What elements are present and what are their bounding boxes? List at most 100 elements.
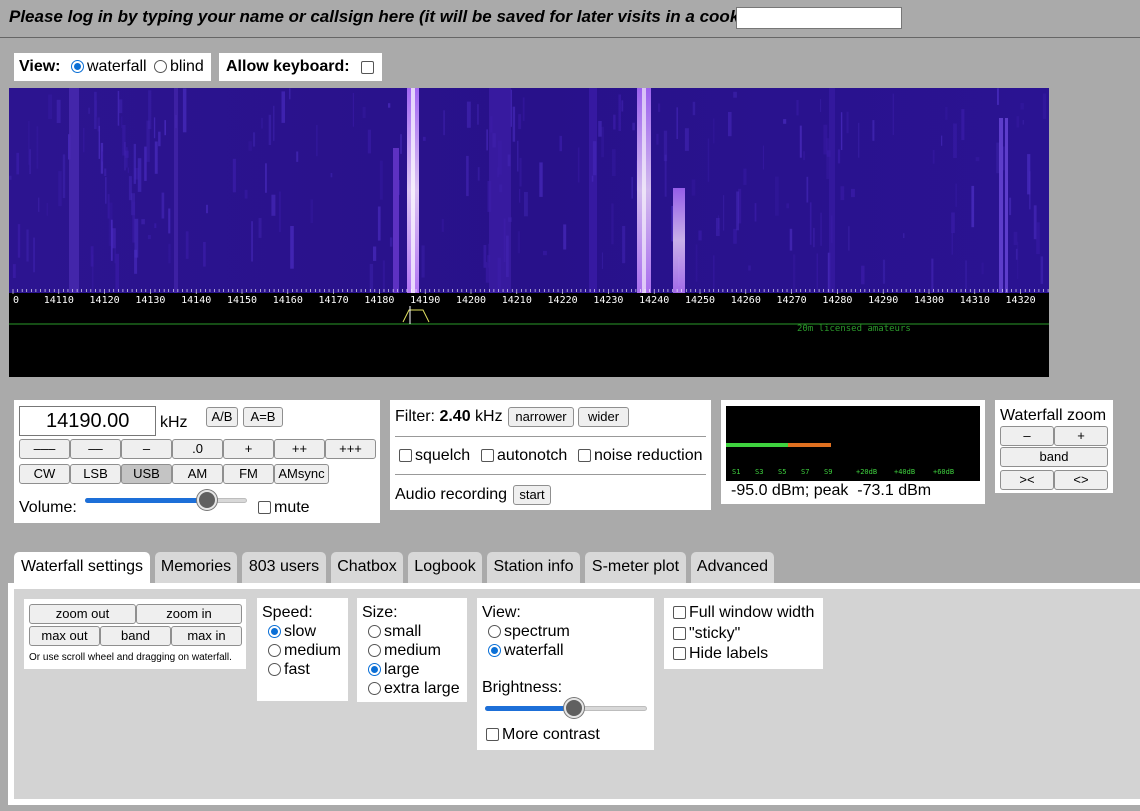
- tab-station-info[interactable]: Station info: [487, 552, 580, 583]
- waterfall-display[interactable]: 0 14110 14120 14130 14140 14150 14160 14170 1418…: [9, 88, 1072, 377]
- size-large-radio[interactable]: large: [368, 661, 420, 679]
- waterfall-noise-streak: [613, 114, 616, 130]
- mode-fm-button[interactable]: FM: [223, 464, 274, 484]
- autonotch-check-icon: [481, 449, 494, 462]
- mode-lsb-button[interactable]: LSB: [70, 464, 121, 484]
- step-up-2-button[interactable]: ++: [274, 439, 325, 459]
- view-waterfall-radio[interactable]: waterfall: [71, 58, 147, 76]
- waterfall-noise-streak: [762, 145, 764, 170]
- waterfall-noise-streak: [98, 125, 100, 159]
- view-spectrum-label: spectrum: [504, 623, 570, 640]
- size-extra-large-radio[interactable]: extra large: [368, 680, 460, 698]
- settings-max-in-button[interactable]: max in: [171, 626, 242, 646]
- waterfall-noise-streak: [823, 124, 828, 155]
- waterfall-noise-streak: [115, 253, 119, 291]
- settings-zoom-in-button[interactable]: zoom in: [136, 604, 242, 624]
- waterfall-noise-streak: [1017, 241, 1019, 280]
- tab-waterfall-settings[interactable]: Waterfall settings: [14, 552, 150, 584]
- zoom-plus-button[interactable]: +: [1054, 426, 1108, 446]
- waterfall-noise-streak: [953, 123, 957, 158]
- waterfall-noise-streak: [517, 140, 519, 172]
- waterfall-noise-streak: [676, 107, 678, 139]
- waterfall-noise-streak: [261, 117, 263, 129]
- recording-start-button[interactable]: start: [513, 485, 551, 505]
- zoom-band-button[interactable]: band: [1000, 447, 1108, 467]
- squelch-checkbox[interactable]: squelch: [399, 447, 470, 465]
- frequency-tick-label: 14130: [135, 295, 165, 306]
- more-contrast-checkbox[interactable]: More contrast: [486, 726, 600, 744]
- speed-medium-radio[interactable]: medium: [268, 642, 341, 660]
- callsign-input[interactable]: [736, 7, 902, 29]
- waterfall-noise-streak: [519, 157, 522, 187]
- size-small-radio[interactable]: small: [368, 623, 421, 641]
- step-down-1-button[interactable]: –: [121, 439, 172, 459]
- zoom-minus-button[interactable]: –: [1000, 426, 1054, 446]
- frequency-tick-label: 14310: [960, 295, 990, 306]
- volume-slider-thumb[interactable]: [196, 490, 217, 510]
- waterfall-noise-streak: [203, 242, 206, 267]
- ab-button[interactable]: A/B: [206, 407, 238, 427]
- mode-amsync-button[interactable]: AMsync: [274, 464, 329, 484]
- noise-reduction-checkbox[interactable]: noise reduction: [578, 447, 703, 465]
- radio-checked-icon: [368, 663, 381, 676]
- waterfall-noise-streak: [524, 192, 528, 217]
- narrower-button[interactable]: narrower: [508, 407, 574, 427]
- hide-labels-checkbox[interactable]: Hide labels: [673, 645, 768, 663]
- settings-zoom-out-button[interactable]: zoom out: [29, 604, 136, 624]
- step-down-3-button[interactable]: –––: [19, 439, 70, 459]
- mute-checkbox[interactable]: mute: [258, 499, 310, 517]
- settings-max-out-button[interactable]: max out: [29, 626, 100, 646]
- waterfall-noise-streak: [373, 246, 377, 261]
- waterfall-noise-streak: [379, 160, 383, 200]
- smeter-tick: S9: [824, 468, 833, 476]
- mode-am-button[interactable]: AM: [172, 464, 223, 484]
- tab-memories[interactable]: Memories: [155, 552, 237, 583]
- tab-smeter-plot[interactable]: S-meter plot: [585, 552, 686, 583]
- sticky-checkbox[interactable]: "sticky": [673, 625, 740, 643]
- brightness-slider-thumb[interactable]: [564, 698, 585, 718]
- view-waterfall-settings-label: waterfall: [504, 642, 564, 659]
- volume-slider[interactable]: [85, 498, 247, 503]
- zoom-left-button[interactable]: ><: [1000, 470, 1054, 490]
- step-up-3-button[interactable]: +++: [325, 439, 376, 459]
- waterfall-noise-streak: [137, 158, 142, 192]
- radio-checked-icon: [488, 644, 501, 657]
- tab-logbook[interactable]: Logbook: [408, 552, 482, 583]
- tab-advanced[interactable]: Advanced: [691, 552, 774, 583]
- waterfall-noise-streak: [91, 254, 94, 295]
- autonotch-checkbox[interactable]: autonotch: [481, 447, 567, 465]
- waterfall-noise-streak: [125, 150, 129, 158]
- zoom-right-button[interactable]: <>: [1054, 470, 1108, 490]
- waterfall-noise-streak: [377, 206, 381, 241]
- full-width-checkbox[interactable]: Full window width: [673, 604, 814, 622]
- sticky-check-icon: [673, 627, 686, 640]
- a-equals-b-button[interactable]: A=B: [243, 407, 283, 427]
- mode-cw-button[interactable]: CW: [19, 464, 70, 484]
- waterfall-noise-streak: [316, 125, 318, 157]
- waterfall-noise-streak: [723, 195, 725, 231]
- size-medium-radio[interactable]: medium: [368, 642, 441, 660]
- waterfall-svg[interactable]: 0 14110 14120 14130 14140 14150 14160 14170 1418…: [9, 88, 1072, 377]
- tab-users[interactable]: 803 users: [242, 552, 326, 583]
- waterfall-noise-streak: [367, 129, 371, 154]
- filter-width: 2.40: [439, 408, 471, 425]
- tab-chatbox[interactable]: Chatbox: [331, 552, 403, 583]
- waterfall-noise-streak: [684, 128, 689, 151]
- waterfall-noise-streak: [330, 173, 333, 178]
- mode-usb-button[interactable]: USB: [121, 464, 172, 484]
- step-up-1-button[interactable]: +: [223, 439, 274, 459]
- step-down-2-button[interactable]: ––: [70, 439, 121, 459]
- frequency-input[interactable]: 14190.00: [19, 406, 156, 436]
- round-button[interactable]: .0: [172, 439, 223, 459]
- speed-fast-radio[interactable]: fast: [268, 661, 310, 679]
- view-spectrum-radio[interactable]: spectrum: [488, 623, 570, 641]
- settings-band-button[interactable]: band: [100, 626, 171, 646]
- view-waterfall-settings-radio[interactable]: waterfall: [488, 642, 564, 660]
- speed-slow-radio[interactable]: slow: [268, 623, 316, 641]
- waterfall-noise-streak: [33, 237, 35, 273]
- waterfall-noise-streak: [632, 122, 635, 131]
- view-blind-radio[interactable]: blind: [154, 58, 204, 76]
- wider-button[interactable]: wider: [578, 407, 629, 427]
- allow-keyboard-checkbox[interactable]: [361, 61, 374, 74]
- waterfall-noise-streak: [733, 91, 737, 98]
